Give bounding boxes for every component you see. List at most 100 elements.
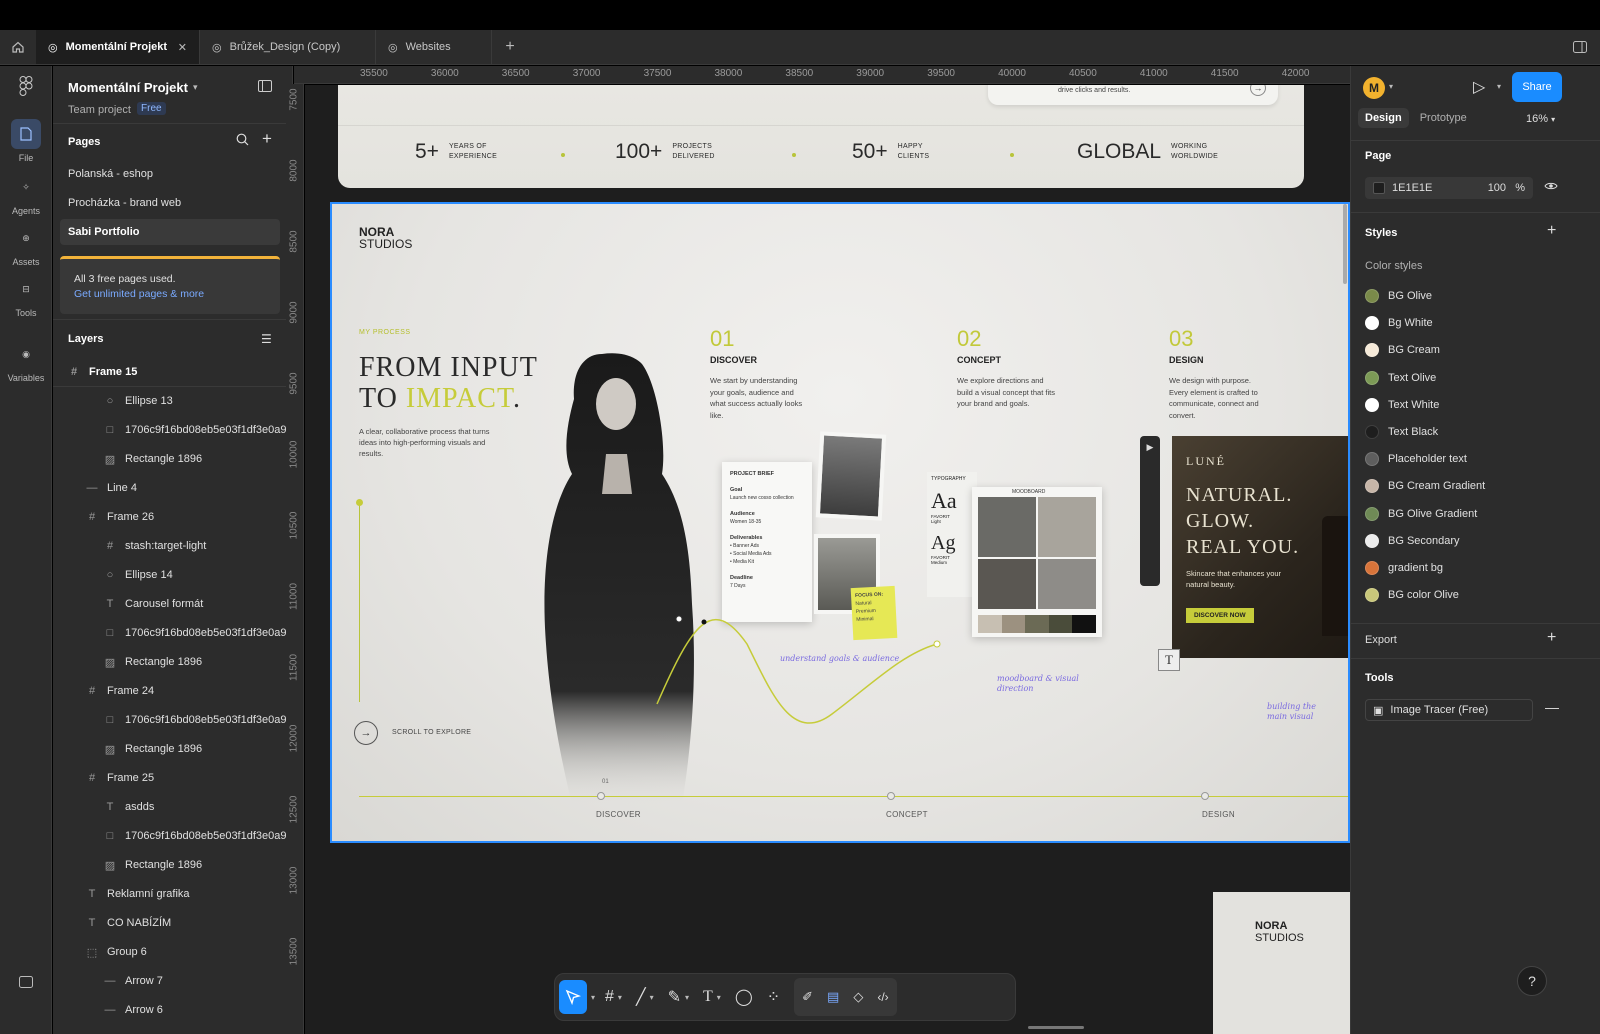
page-background-field[interactable]: 1E1E1E 100 % — [1365, 177, 1533, 199]
layer-item[interactable]: □ 1706c9f16bd08eb5e03f1df3e0a9 — [104, 419, 287, 441]
layer-item[interactable]: # Frame 26 — [86, 506, 154, 528]
ai-icon[interactable] — [0, 976, 52, 988]
line-tool[interactable]: ╱ ▾ — [630, 980, 660, 1014]
layer-item[interactable]: T Reklamní grafika — [86, 883, 190, 905]
layer-item[interactable]: T CO NABÍZÍM — [86, 912, 172, 934]
add-page-plus-icon[interactable]: + — [262, 129, 272, 149]
stat-number: 50+ — [852, 140, 888, 163]
color-style-item[interactable]: Text Black — [1365, 422, 1438, 442]
layer-item[interactable]: # stash:target-light — [104, 535, 206, 557]
color-style-item[interactable]: Bg White — [1365, 313, 1433, 333]
stats-frame[interactable]: drive clicks and results. → 5+ YEARS OF E… — [338, 85, 1304, 188]
color-style-item[interactable]: BG Secondary — [1365, 531, 1460, 551]
rail-tools[interactable]: ⊟ Tools — [0, 274, 52, 319]
layer-item[interactable]: ▨ Rectangle 1896 — [104, 651, 202, 673]
layer-item[interactable]: # Frame 25 — [86, 767, 154, 789]
layer-item[interactable]: — Arrow 6 — [104, 999, 163, 1021]
layout-tool[interactable]: ▤ — [821, 980, 845, 1014]
search-icon[interactable] — [236, 133, 249, 149]
canvas[interactable]: drive clicks and results. → 5+ YEARS OF E… — [305, 85, 1350, 1034]
layer-item[interactable]: ○ Ellipse 14 — [104, 564, 173, 586]
eye-icon[interactable] — [1544, 180, 1558, 194]
tab-design[interactable]: Design — [1358, 108, 1409, 128]
hero-frame-selected[interactable]: NORA STUDIOS MY PROCESS FROM INPUT TO IMPA… — [330, 202, 1350, 843]
tab-momentalni-projekt[interactable]: ◎ Momentální Projekt ✕ — [36, 30, 200, 64]
layer-item[interactable]: T Carousel formát — [104, 593, 204, 615]
panel-toggle-icon[interactable] — [258, 80, 272, 95]
page-item-sabi-portfolio[interactable]: Sabi Portfolio — [60, 219, 280, 245]
layer-item[interactable]: □ 1706c9f16bd08eb5e03f1df3e0a9 — [104, 825, 287, 847]
rail-variables[interactable]: ◉ Variables — [0, 339, 52, 384]
frame-tool[interactable]: # ▾ — [599, 980, 628, 1014]
component-tool[interactable]: ◇ — [847, 980, 869, 1014]
layer-item[interactable]: ⬚ Group 6 — [86, 941, 147, 963]
chevron-down-icon[interactable]: ▾ — [193, 82, 198, 93]
figma-logo-icon[interactable] — [0, 76, 52, 96]
add-style-plus-icon[interactable]: + — [1547, 222, 1556, 240]
layer-item[interactable]: ○ Ellipse 13 — [104, 390, 173, 412]
layer-item[interactable]: ▨ Rectangle 1896 — [104, 448, 202, 470]
move-tool[interactable] — [559, 980, 587, 1014]
color-style-item[interactable]: BG Cream — [1365, 340, 1440, 360]
page-item-prochazka[interactable]: Procházka - brand web — [60, 190, 280, 216]
dev-mode-tool[interactable]: ‹/› — [871, 980, 894, 1014]
sidebar-toggle-icon[interactable] — [1560, 30, 1600, 64]
layer-type-icon: ▨ — [104, 743, 116, 756]
rail-file[interactable]: File — [0, 119, 52, 163]
layer-item[interactable]: □ 1706c9f16bd08eb5e03f1df3e0a9 — [104, 709, 287, 731]
layers-filter-icon[interactable]: ☰ — [261, 332, 272, 346]
next-frame-preview[interactable]: NORA STUDIOS — [1213, 892, 1350, 1034]
color-style-item[interactable]: BG color Olive — [1365, 585, 1459, 605]
avatar[interactable]: M — [1363, 77, 1385, 99]
color-style-item[interactable]: BG Cream Gradient — [1365, 476, 1485, 496]
moodboard-bottle-image — [1038, 497, 1096, 557]
project-title[interactable]: Momentální Projekt — [68, 80, 188, 95]
color-style-item[interactable]: Placeholder text — [1365, 449, 1467, 469]
color-style-item[interactable]: Text Olive — [1365, 368, 1436, 388]
canvas-scrollbar[interactable] — [1028, 1026, 1084, 1029]
brand-logo: NORA STUDIOS — [359, 225, 413, 251]
color-style-item[interactable]: Text White — [1365, 395, 1439, 415]
color-style-item[interactable]: gradient bg — [1365, 558, 1443, 578]
home-icon[interactable] — [0, 30, 36, 64]
upgrade-link[interactable]: Get unlimited pages & more — [74, 287, 266, 302]
rail-assets[interactable]: ⊕ Assets — [0, 223, 52, 268]
page-item-polanska[interactable]: Polanská - eshop — [60, 161, 280, 187]
timeline-marker: 01 — [602, 779, 609, 785]
layer-item[interactable]: ▨ Rectangle 1896 — [104, 738, 202, 760]
add-export-plus-icon[interactable]: + — [1547, 629, 1556, 647]
tab-bruzek-design[interactable]: ◎ Brůžek_Design (Copy) — [200, 30, 376, 64]
play-icon[interactable]: ▷ — [1473, 77, 1485, 97]
layer-item[interactable]: — Arrow 7 — [104, 970, 163, 992]
tab-prototype[interactable]: Prototype — [1413, 108, 1474, 128]
help-button[interactable]: ? — [1517, 966, 1547, 996]
zoom-level[interactable]: 16% ▾ — [1526, 113, 1555, 125]
play-icon: ▶ — [1146, 442, 1154, 452]
chevron-down-icon[interactable]: ▾ — [589, 980, 597, 1014]
rail-agents[interactable]: ✧ Agents — [0, 172, 52, 217]
color-style-item[interactable]: BG Olive — [1365, 286, 1432, 306]
layer-item[interactable]: # Frame 24 — [86, 680, 154, 702]
layer-item[interactable]: ▨ Rectangle 1896 — [104, 854, 202, 876]
remove-minus-icon[interactable]: — — [1545, 699, 1559, 715]
chevron-down-icon[interactable]: ▾ — [1389, 82, 1393, 91]
share-button[interactable]: Share — [1512, 72, 1562, 102]
layer-item[interactable]: — Line 4 — [86, 477, 137, 499]
image-tracer-plugin[interactable]: ▣ Image Tracer (Free) — [1365, 699, 1533, 721]
layer-item[interactable]: □ 1706c9f16bd08eb5e03f1df3e0a9 — [104, 622, 287, 644]
comment-tool[interactable]: ◯ — [729, 980, 759, 1014]
frame-scrollbar[interactable] — [1343, 204, 1347, 284]
pen-tool[interactable]: ✎ ▾ — [662, 980, 695, 1014]
plan-badge: Free — [137, 102, 166, 115]
layer-type-icon: # — [70, 366, 78, 378]
color-style-item[interactable]: BG Olive Gradient — [1365, 504, 1477, 524]
components-tool[interactable]: ⁘ — [761, 980, 786, 1014]
close-icon[interactable]: ✕ — [178, 41, 187, 54]
draw-tool[interactable]: ✐ — [796, 980, 819, 1014]
chevron-down-icon[interactable]: ▾ — [1497, 82, 1501, 91]
new-tab-plus-icon[interactable]: + — [492, 30, 528, 64]
text-tool[interactable]: T ▾ — [697, 980, 727, 1014]
layer-item[interactable]: # Frame 15 — [68, 361, 137, 383]
tab-websites[interactable]: ◎ Websites — [376, 30, 492, 64]
layer-item[interactable]: Tasdds — [104, 796, 155, 818]
